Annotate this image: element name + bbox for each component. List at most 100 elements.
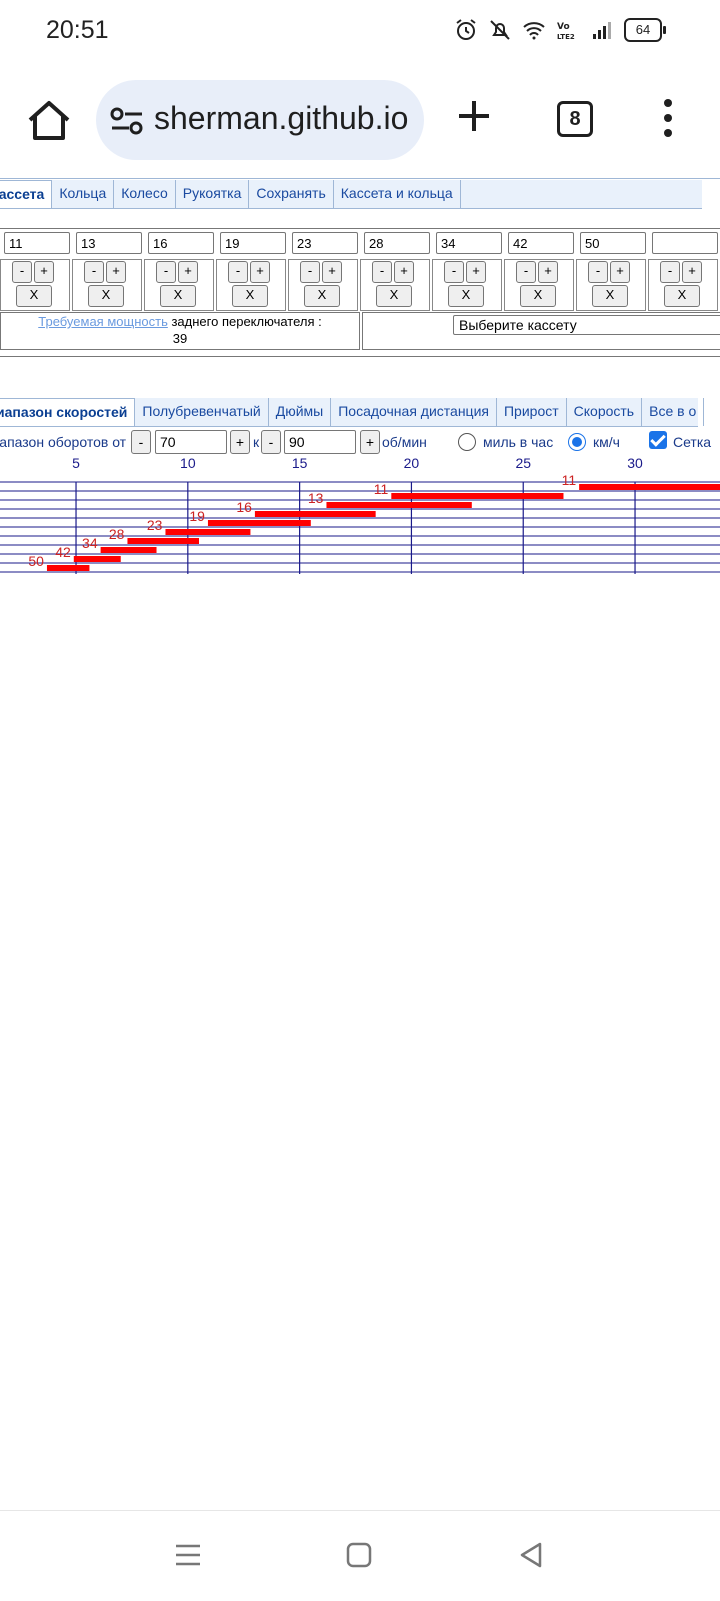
cog-plus-button[interactable]: + [322,261,342,283]
cog-minus-button[interactable]: - [12,261,32,283]
cog-cell: -+X [288,229,358,313]
to-plus-button[interactable]: + [360,430,380,454]
more-menu-icon[interactable] [662,98,674,138]
power-info: Требуемая мощность заднего переключателя… [0,312,360,350]
tab-gain[interactable]: Прирост [497,398,567,426]
cog-remove-button[interactable]: X [664,285,700,307]
recent-apps-icon[interactable] [172,1539,204,1571]
cog-cell: -+X [72,229,142,313]
cog-input[interactable] [76,232,142,254]
x-tick-label: 20 [404,456,420,471]
gear-label: 11 [562,472,577,488]
tab-save[interactable]: Сохранять [249,180,334,208]
cog-minus-button[interactable]: - [660,261,680,283]
cog-minus-button[interactable]: - [84,261,104,283]
gear-bar [165,529,251,535]
from-plus-button[interactable]: + [230,430,250,454]
status-bar: 20:51 Vo LTE2 64 [0,0,720,64]
to-minus-button[interactable]: - [261,430,281,454]
address-bar[interactable]: sherman.github.io [96,80,424,160]
gear-label: 28 [109,526,125,542]
rpm-from-input[interactable]: 70 [155,430,227,454]
cog-plus-button[interactable]: + [106,261,126,283]
new-tab-icon[interactable] [456,98,492,134]
cog-input[interactable] [652,232,718,254]
cog-remove-button[interactable]: X [592,285,628,307]
cog-remove-button[interactable]: X [160,285,196,307]
rpm-to-input[interactable]: 90 [284,430,356,454]
top-tab-bar: Кассета Кольца Колесо Рукоятка Сохранять… [0,180,702,209]
cog-cell: -+X [648,229,718,313]
home-icon[interactable] [24,96,74,146]
mph-radio[interactable] [458,433,476,451]
cog-input[interactable] [4,232,70,254]
tab-development[interactable]: Посадочная дистанция [331,398,497,426]
grid-checkbox[interactable] [649,431,667,449]
cog-plus-button[interactable]: + [394,261,414,283]
cog-cell: -+X [504,229,574,313]
cog-plus-button[interactable]: + [250,261,270,283]
gear-bar [46,565,90,571]
tab-inches[interactable]: Дюймы [269,398,332,426]
tab-cassette[interactable]: Кассета [0,180,53,208]
cog-cell: -+X [576,229,646,313]
cog-remove-button[interactable]: X [232,285,268,307]
tab-count-button[interactable]: 8 [557,101,593,137]
alarm-icon [456,19,476,40]
x-tick-label: 5 [72,456,80,471]
cog-remove-button[interactable]: X [16,285,52,307]
rpm-range-label: Диапазон оборотов от [0,434,127,450]
kmh-radio[interactable] [568,433,586,451]
cog-input[interactable] [436,232,502,254]
cog-input[interactable] [508,232,574,254]
svg-text:LTE2: LTE2 [557,33,575,41]
site-settings-icon[interactable] [110,106,144,136]
cog-cell: -+X [144,229,214,313]
cog-minus-button[interactable]: - [372,261,392,283]
cog-minus-button[interactable]: - [588,261,608,283]
cog-plus-button[interactable]: + [466,261,486,283]
tab-rings[interactable]: Кольца [52,180,115,208]
url-text[interactable]: sherman.github.io [154,100,408,137]
cog-remove-button[interactable]: X [88,285,124,307]
tab-wheel[interactable]: Колесо [114,180,176,208]
rpm-unit: об/мин [382,434,427,450]
cog-plus-button[interactable]: + [178,261,198,283]
cog-minus-button[interactable]: - [228,261,248,283]
tab-cassette-and-rings[interactable]: Кассета и кольца [334,180,461,208]
cog-plus-button[interactable]: + [538,261,558,283]
cog-input[interactable] [220,232,286,254]
power-link[interactable]: Требуемая мощность [38,314,168,329]
gear-label: 42 [55,544,71,560]
cog-remove-button[interactable]: X [376,285,412,307]
battery-icon: 64 [624,18,666,42]
cog-cell: -+X [216,229,286,313]
web-page: Кассета Кольца Колесо Рукоятка Сохранять… [0,176,720,1510]
status-icons: Vo LTE2 64 [454,18,666,42]
tab-speed-range[interactable]: Диапазон скоростей [0,398,136,426]
cog-plus-button[interactable]: + [34,261,54,283]
cog-input[interactable] [292,232,358,254]
cassette-select[interactable]: Выберите кассету [453,315,720,335]
tab-half-log[interactable]: Полубревенчатый [135,398,269,426]
cog-input[interactable] [364,232,430,254]
cog-plus-button[interactable]: + [682,261,702,283]
home-nav-icon[interactable] [343,1539,375,1571]
cog-minus-button[interactable]: - [516,261,536,283]
tab-all[interactable]: Все в о [642,398,705,426]
x-tick-label: 10 [180,456,196,471]
cog-minus-button[interactable]: - [444,261,464,283]
from-minus-button[interactable]: - [131,430,151,454]
cog-input[interactable] [148,232,214,254]
back-nav-icon[interactable] [515,1539,547,1571]
cog-minus-button[interactable]: - [300,261,320,283]
tab-speed[interactable]: Скорость [567,398,643,426]
gear-bar [207,520,311,526]
cog-remove-button[interactable]: X [520,285,556,307]
cog-remove-button[interactable]: X [448,285,484,307]
cog-input[interactable] [580,232,646,254]
cog-minus-button[interactable]: - [156,261,176,283]
cog-plus-button[interactable]: + [610,261,630,283]
tab-crank[interactable]: Рукоятка [176,180,250,208]
cog-remove-button[interactable]: X [304,285,340,307]
